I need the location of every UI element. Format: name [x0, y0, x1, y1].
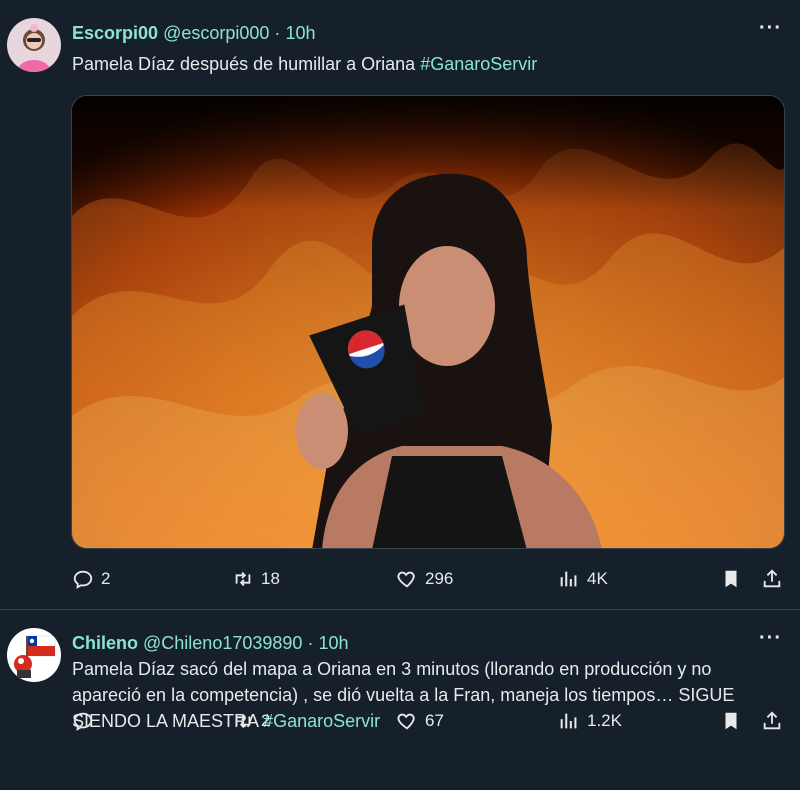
like-count: 296	[425, 569, 454, 588]
timestamp[interactable]: 10h	[318, 633, 348, 653]
retweet-icon	[235, 713, 251, 729]
reply-button[interactable]: 2	[72, 566, 110, 592]
like-button[interactable]: 67	[396, 708, 444, 734]
timestamp[interactable]: 10h	[285, 23, 315, 43]
retweet-button[interactable]: 2	[232, 708, 270, 734]
avatar[interactable]	[7, 628, 61, 682]
tweet-header: Escorpi00 @escorpi000 · 10h	[72, 22, 788, 44]
bookmark-button[interactable]	[720, 566, 742, 592]
view-count: 1.2K	[587, 711, 622, 730]
like-button[interactable]: 296	[396, 566, 453, 592]
view-count: 4K	[587, 569, 608, 588]
hashtag-link[interactable]: #GanaroServir	[420, 54, 537, 74]
tweet-actions: 2 18 296 4K	[0, 566, 800, 592]
share-button[interactable]	[761, 708, 783, 734]
heart-icon	[397, 713, 415, 730]
views-button[interactable]: 4K	[558, 566, 608, 592]
share-icon	[763, 569, 781, 588]
views-button[interactable]: 1.2K	[558, 708, 622, 734]
views-chart-icon	[560, 713, 577, 729]
avatar-chile-flag-icon	[7, 628, 61, 682]
separator: ·	[307, 633, 314, 653]
reply-button[interactable]	[72, 708, 101, 734]
retweet-count: 2	[261, 711, 271, 730]
separator: ·	[274, 23, 281, 43]
tweet-text: Pamela Díaz después de humillar a Oriana…	[72, 51, 784, 77]
bookmark-button[interactable]	[720, 708, 742, 734]
retweet-button[interactable]: 18	[232, 566, 280, 592]
views-chart-icon	[560, 571, 577, 587]
tweet[interactable]: Chileno @Chileno17039890 · 10h ··· Pamel…	[0, 610, 800, 790]
tweet[interactable]: Escorpi00 @escorpi000 · 10h ··· Pamela D…	[0, 0, 800, 610]
reply-icon	[73, 570, 93, 589]
retweet-icon	[235, 571, 251, 587]
fire-photo-icon	[72, 96, 784, 548]
like-count: 67	[425, 711, 444, 730]
retweet-count: 18	[261, 569, 280, 588]
heart-icon	[397, 571, 415, 588]
more-options-icon[interactable]: ···	[759, 628, 782, 648]
reply-icon	[73, 712, 93, 731]
tweet-header: Chileno @Chileno17039890 · 10h	[72, 632, 788, 654]
handle[interactable]: @Chileno17039890	[143, 633, 302, 653]
reply-count: 2	[101, 569, 111, 588]
display-name[interactable]: Escorpi00	[72, 23, 158, 43]
bookmark-icon	[725, 712, 737, 730]
avatar-pink-girl-icon	[7, 18, 61, 72]
tweet-actions: 2 67 1.2K	[0, 708, 800, 734]
more-options-icon[interactable]: ···	[759, 18, 782, 38]
tweet-text-body: Pamela Díaz después de humillar a Oriana	[72, 54, 421, 74]
share-button[interactable]	[761, 566, 783, 592]
display-name[interactable]: Chileno	[72, 633, 138, 653]
handle[interactable]: @escorpi000	[163, 23, 269, 43]
share-icon	[763, 711, 781, 730]
tweet-media[interactable]	[71, 95, 785, 549]
avatar[interactable]	[7, 18, 61, 72]
bookmark-icon	[725, 570, 737, 588]
